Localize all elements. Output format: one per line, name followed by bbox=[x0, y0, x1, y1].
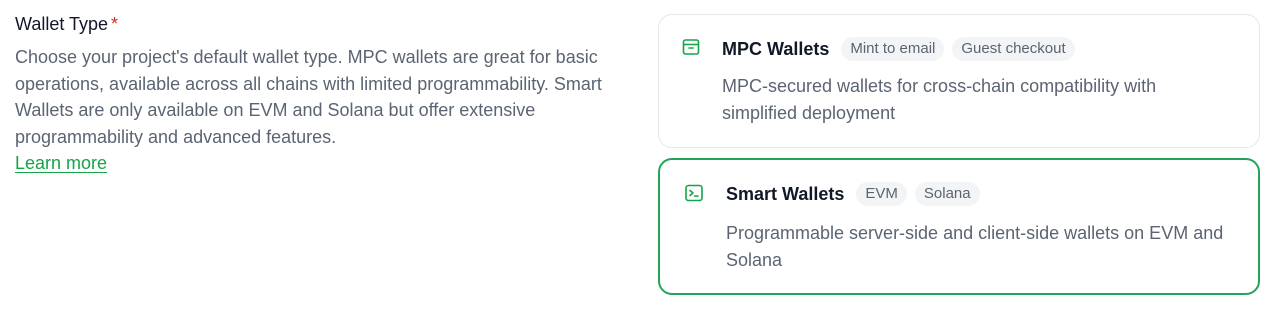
option-tag: Guest checkout bbox=[952, 37, 1075, 61]
option-header: Smart Wallets EVM Solana bbox=[726, 182, 980, 206]
required-marker: * bbox=[111, 14, 119, 34]
option-title: MPC Wallets bbox=[722, 39, 830, 59]
option-header: MPC Wallets Mint to email Guest checkout bbox=[722, 37, 1075, 61]
option-tag: Mint to email bbox=[841, 37, 945, 61]
field-description: Choose your project's default wallet typ… bbox=[15, 44, 615, 177]
option-tag: EVM bbox=[856, 182, 907, 206]
option-tag: Solana bbox=[914, 182, 980, 206]
wallet-icon bbox=[681, 37, 701, 57]
option-description: MPC-secured wallets for cross-chain comp… bbox=[722, 76, 1157, 123]
option-description: Programmable server-side and client-side… bbox=[726, 223, 1224, 270]
option-title: Smart Wallets bbox=[726, 184, 845, 204]
field-description-text: Choose your project's default wallet typ… bbox=[15, 47, 602, 147]
field-info: Wallet Type * Choose your project's defau… bbox=[15, 12, 615, 177]
terminal-icon bbox=[684, 183, 704, 203]
option-card-mpc-wallets[interactable]: MPC Wallets Mint to email Guest checkout… bbox=[658, 14, 1260, 148]
field-label: Wallet Type * bbox=[15, 12, 615, 36]
field-label-text: Wallet Type bbox=[15, 14, 109, 34]
learn-more-link[interactable]: Learn more bbox=[15, 150, 107, 177]
option-card-smart-wallets[interactable]: Smart Wallets EVM Solana Programmable se… bbox=[658, 158, 1260, 295]
wallet-type-field: Wallet Type * Choose your project's defau… bbox=[0, 0, 1280, 319]
